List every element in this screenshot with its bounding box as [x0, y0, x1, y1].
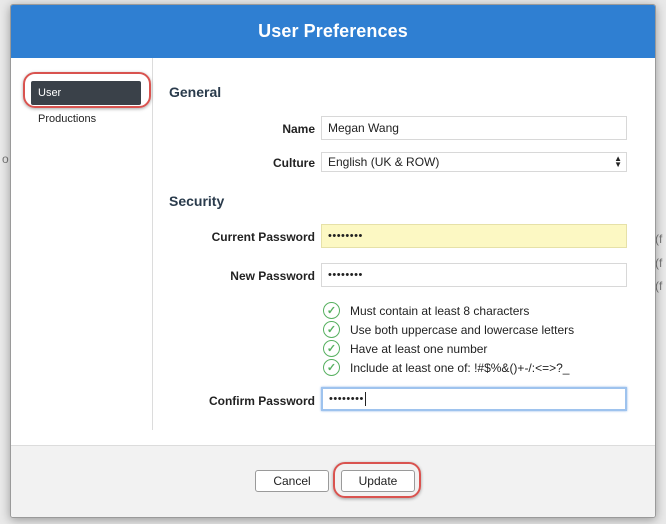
- confirm-password-input[interactable]: ••••••••: [321, 387, 627, 411]
- general-heading: General: [169, 84, 222, 100]
- name-label: Name: [282, 122, 315, 136]
- user-preferences-dialog: User Preferences User Productions Genera…: [10, 4, 656, 518]
- culture-select[interactable]: English (UK & ROW) ▲ ▼: [321, 152, 627, 172]
- confirm-password-label: Confirm Password: [208, 394, 315, 408]
- password-rule: ✓ Use both uppercase and lowercase lette…: [323, 320, 574, 339]
- sidebar-item-label: Productions: [38, 113, 97, 125]
- rule-text: Must contain at least 8 characters: [350, 303, 530, 318]
- current-password-value: ••••••••: [328, 229, 363, 242]
- password-rules-list: ✓ Must contain at least 8 characters ✓ U…: [323, 301, 574, 377]
- background-fragment: (f: [655, 279, 663, 293]
- sidebar: User Productions: [11, 58, 153, 430]
- check-circle-icon: ✓: [323, 359, 340, 376]
- new-password-value: ••••••••: [328, 268, 363, 281]
- name-value: Megan Wang: [328, 121, 399, 135]
- update-button[interactable]: Update: [341, 470, 415, 492]
- new-password-label: New Password: [230, 269, 315, 283]
- check-circle-icon: ✓: [323, 321, 340, 338]
- sidebar-item-label: User: [38, 87, 62, 99]
- current-password-input[interactable]: ••••••••: [321, 224, 627, 248]
- sidebar-item-productions[interactable]: Productions: [31, 107, 141, 131]
- rule-text: Include at least one of: !#$%&()+-/:<=>?…: [350, 360, 570, 375]
- cancel-button[interactable]: Cancel: [255, 470, 329, 492]
- background-fragment: (f: [655, 232, 663, 246]
- password-rule: ✓ Include at least one of: !#$%&()+-/:<=…: [323, 358, 574, 377]
- culture-value: English (UK & ROW): [328, 155, 440, 169]
- sidebar-item-user[interactable]: User: [31, 81, 141, 105]
- text-caret: [364, 392, 366, 406]
- password-rule: ✓ Must contain at least 8 characters: [323, 301, 574, 320]
- dialog-footer: Cancel Update: [11, 445, 655, 517]
- name-input[interactable]: Megan Wang: [321, 116, 627, 140]
- security-heading: Security: [169, 193, 225, 209]
- confirm-password-value: ••••••••: [329, 392, 364, 405]
- check-circle-icon: ✓: [323, 302, 340, 319]
- rule-text: Have at least one number: [350, 341, 488, 356]
- background-fragment: o: [2, 152, 9, 166]
- dialog-title: User Preferences: [11, 5, 655, 58]
- background-fragment: (f: [655, 256, 663, 270]
- select-arrows-icon: ▲ ▼: [614, 154, 622, 169]
- check-circle-icon: ✓: [323, 340, 340, 357]
- rule-text: Use both uppercase and lowercase letters: [350, 322, 575, 337]
- password-rule: ✓ Have at least one number: [323, 339, 574, 358]
- culture-label: Culture: [273, 156, 315, 170]
- new-password-input[interactable]: ••••••••: [321, 263, 627, 287]
- current-password-label: Current Password: [211, 230, 315, 244]
